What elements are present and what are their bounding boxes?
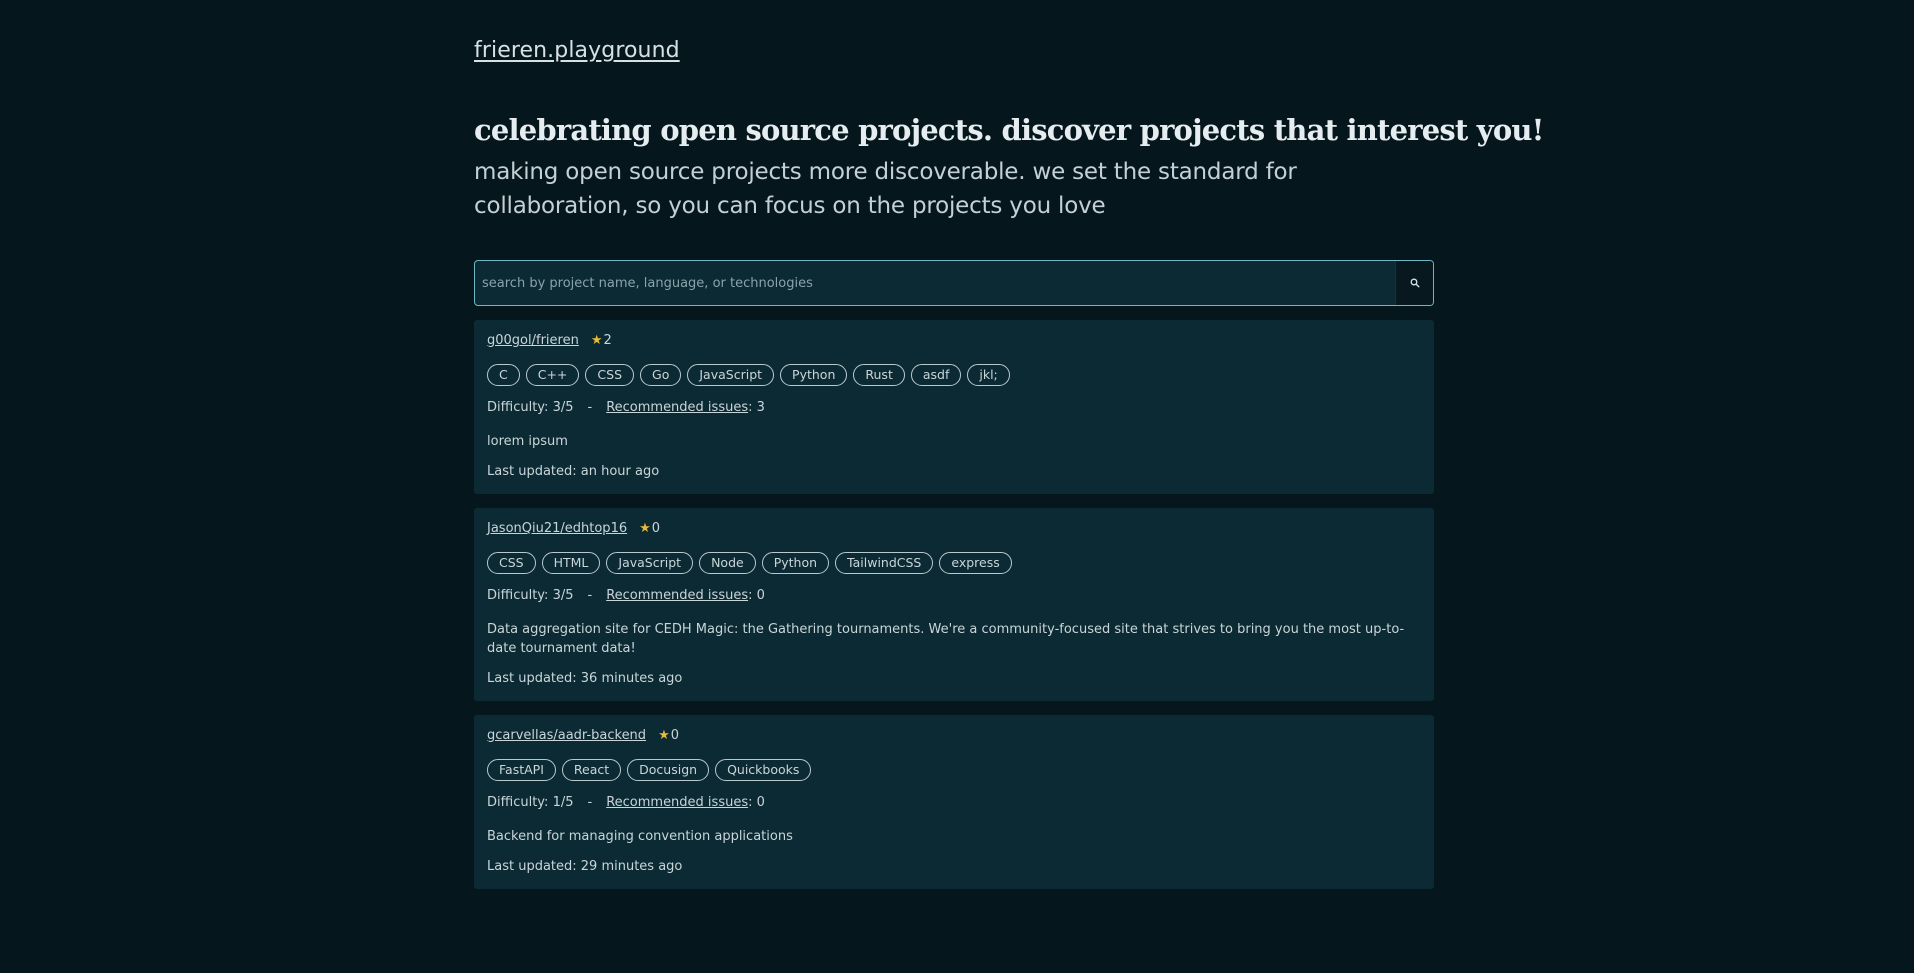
- difficulty-label: Difficulty:: [487, 795, 549, 810]
- difficulty-label: Difficulty:: [487, 588, 549, 603]
- tag-python[interactable]: Python: [761, 552, 830, 574]
- project-header: gcarvellas/aadr-backend ★ 0: [487, 728, 679, 743]
- tag-fastapi[interactable]: FastAPI: [487, 759, 556, 781]
- search-button[interactable]: [1395, 261, 1433, 305]
- issues-count: : 0: [748, 795, 765, 810]
- tag-rust[interactable]: Rust: [853, 364, 905, 386]
- project-meta: Difficulty: 1/5 - Recommended issues: 0: [487, 795, 765, 810]
- meta-separator: -: [587, 400, 593, 415]
- star-count-value: 0: [670, 728, 679, 743]
- difficulty-value: 1/5: [552, 795, 574, 810]
- star-count: ★ 0: [639, 521, 660, 536]
- star-icon: ★: [639, 521, 651, 536]
- tag-html[interactable]: HTML: [541, 552, 601, 574]
- tag-tailwindcss[interactable]: TailwindCSS: [835, 552, 934, 574]
- tag-jkl[interactable]: jkl;: [967, 364, 1010, 386]
- tag-cpp[interactable]: C++: [525, 364, 580, 386]
- project-description: Backend for managing convention applicat…: [487, 829, 793, 844]
- last-updated: Last updated: 36 minutes ago: [487, 671, 683, 686]
- repo-link[interactable]: g00gol/frieren: [487, 333, 579, 348]
- tag-asdf[interactable]: asdf: [910, 364, 962, 386]
- tag-list: C C++ CSS Go JavaScript Python Rust asdf…: [487, 364, 1010, 386]
- tag-python[interactable]: Python: [780, 364, 848, 386]
- tag-quickbooks[interactable]: Quickbooks: [715, 759, 812, 781]
- star-icon: ★: [658, 728, 670, 743]
- difficulty-value: 3/5: [552, 588, 574, 603]
- project-description: lorem ipsum: [487, 434, 568, 449]
- project-card: gcarvellas/aadr-backend ★ 0 FastAPI Reac…: [474, 715, 1434, 889]
- recommended-issues-link[interactable]: Recommended issues: [606, 795, 748, 810]
- repo-link[interactable]: JasonQiu21/edhtop16: [487, 521, 627, 536]
- issues-count: : 3: [748, 400, 765, 415]
- tag-node[interactable]: Node: [699, 552, 756, 574]
- tag-javascript[interactable]: JavaScript: [606, 552, 694, 574]
- difficulty-value: 3/5: [552, 400, 574, 415]
- tag-go[interactable]: Go: [640, 364, 682, 386]
- search-bar: [474, 260, 1434, 306]
- project-meta: Difficulty: 3/5 - Recommended issues: 0: [487, 588, 765, 603]
- hero-subhead: making open source projects more discove…: [474, 159, 1297, 219]
- recommended-issues-link[interactable]: Recommended issues: [606, 588, 748, 603]
- search-input[interactable]: [475, 261, 1395, 305]
- meta-separator: -: [587, 588, 593, 603]
- star-icon: ★: [590, 333, 603, 348]
- site-brand-link[interactable]: frieren.playground: [474, 38, 680, 63]
- star-count: ★ 0: [658, 728, 679, 743]
- repo-link[interactable]: gcarvellas/aadr-backend: [487, 728, 646, 743]
- hero-headline: celebrating open source projects. discov…: [474, 113, 1544, 147]
- project-header: g00gol/frieren ★ 2: [487, 333, 612, 348]
- recommended-issues-link[interactable]: Recommended issues: [606, 400, 748, 415]
- tag-docusign[interactable]: Docusign: [627, 759, 710, 781]
- tag-express[interactable]: express: [939, 552, 1012, 574]
- difficulty-label: Difficulty:: [487, 400, 549, 415]
- tag-css[interactable]: CSS: [487, 552, 536, 574]
- project-card: JasonQiu21/edhtop16 ★ 0 CSS HTML JavaScr…: [474, 508, 1434, 701]
- last-updated: Last updated: 29 minutes ago: [487, 859, 683, 874]
- star-count: ★ 2: [591, 333, 612, 348]
- tag-react[interactable]: React: [561, 759, 622, 781]
- tag-list: CSS HTML JavaScript Node Python Tailwind…: [487, 552, 1012, 574]
- tag-c[interactable]: C: [487, 364, 520, 386]
- project-description: Data aggregation site for CEDH Magic: th…: [487, 622, 1405, 656]
- star-count-value: 0: [651, 521, 661, 536]
- last-updated: Last updated: an hour ago: [487, 464, 660, 479]
- search-icon: [1410, 278, 1420, 288]
- tag-list: FastAPI React Docusign Quickbooks: [487, 759, 812, 781]
- issues-count: : 0: [748, 588, 765, 603]
- tag-css[interactable]: CSS: [585, 364, 635, 386]
- project-card: g00gol/frieren ★ 2 C C++ CSS Go JavaScri…: [474, 320, 1434, 494]
- tag-javascript[interactable]: JavaScript: [687, 364, 775, 386]
- project-header: JasonQiu21/edhtop16 ★ 0: [487, 521, 660, 536]
- meta-separator: -: [587, 795, 593, 810]
- star-count-value: 2: [603, 333, 612, 348]
- project-meta: Difficulty: 3/5 - Recommended issues: 3: [487, 400, 765, 415]
